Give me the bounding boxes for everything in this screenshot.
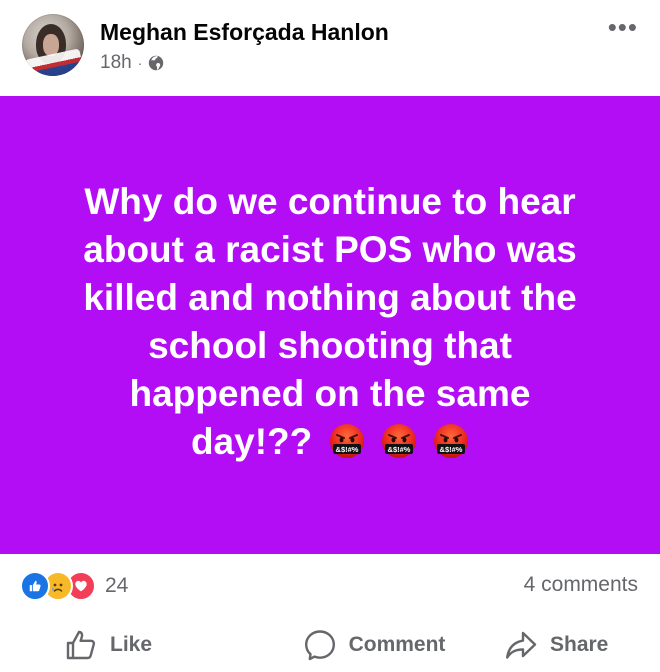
comments-count-link[interactable]: 4 comments <box>524 573 638 597</box>
svg-text:&$!#%: &$!#% <box>387 445 410 454</box>
facebook-post: Meghan Esforçada Hanlon 18h · ••• Why do… <box>0 0 660 672</box>
post-text-line: killed and nothing about the <box>83 277 577 318</box>
share-label: Share <box>550 633 609 656</box>
post-header: Meghan Esforçada Hanlon 18h · ••• <box>0 0 660 95</box>
post-text-line: happened on the same <box>129 373 531 414</box>
svg-text:&$!#%: &$!#% <box>335 445 358 454</box>
post-text-line: school shooting that <box>148 325 512 366</box>
author-avatar[interactable] <box>22 14 84 76</box>
post-text-line: Why do we continue to hear <box>84 181 576 222</box>
like-label: Like <box>110 633 153 656</box>
reaction-summary[interactable]: 24 <box>20 571 128 601</box>
comment-bubble-icon <box>304 630 335 661</box>
post-text-line: day!?? <box>190 421 313 462</box>
globe-icon[interactable] <box>148 55 164 71</box>
post-actions-bar: Like Comment Share <box>0 618 660 672</box>
comment-button[interactable]: Comment <box>244 618 504 672</box>
share-button[interactable]: Share <box>504 618 660 672</box>
face-with-symbols-on-mouth-icon: &$!#% <box>381 423 417 459</box>
face-with-symbols-on-mouth-icon: &$!#% <box>433 423 469 459</box>
avatar-badge <box>24 48 84 76</box>
reaction-count: 24 <box>105 574 129 597</box>
like-reaction-icon <box>20 571 50 601</box>
comment-label: Comment <box>348 633 446 656</box>
thumbs-up-icon <box>66 630 96 660</box>
share-arrow-icon <box>506 631 537 659</box>
svg-text:&$!#%: &$!#% <box>440 445 463 454</box>
post-text-card: Why do we continue to hear about a racis… <box>0 96 660 554</box>
post-time[interactable]: 18h <box>100 52 132 74</box>
meta-separator: · <box>137 55 143 71</box>
post-text-line: about a racist POS who was <box>83 229 577 270</box>
post-text: Why do we continue to hear about a racis… <box>35 178 625 466</box>
post-meta: 18h · <box>100 52 164 74</box>
face-with-symbols-on-mouth-icon: &$!#% <box>329 423 365 459</box>
more-horizontal-icon[interactable]: ••• <box>608 14 638 40</box>
author-name[interactable]: Meghan Esforçada Hanlon <box>100 19 389 46</box>
like-button[interactable]: Like <box>0 618 244 672</box>
